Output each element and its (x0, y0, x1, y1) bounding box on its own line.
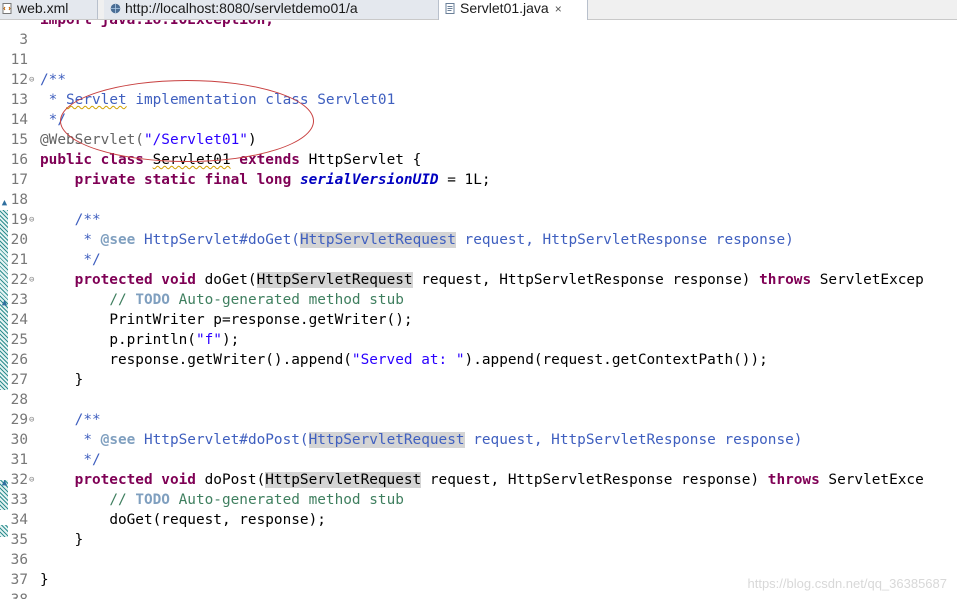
xml-file-icon (2, 3, 12, 14)
red-annotation-circle (60, 80, 314, 162)
code-text: import java.io.IOException; (40, 20, 274, 28)
code-line: 28 } (0, 370, 957, 408)
code-line: 32 */ (0, 450, 957, 488)
code-line: 22 */ (0, 250, 957, 288)
globe-icon (110, 3, 121, 14)
code-line: 37 (0, 550, 957, 588)
tab-localhost[interactable]: http://localhost:8080/servletdemo01/a (104, 0, 440, 19)
code-line: 30 ⊖ /** (0, 410, 957, 448)
code-line: 35 doGet(request, response); (0, 510, 957, 548)
code-line: 24 // TODO Auto-generated method stub (0, 290, 957, 328)
watermark: https://blog.csdn.net/qq_36385687 (747, 576, 948, 591)
fold-toggle-icon[interactable]: ⊖ (29, 270, 34, 290)
tab-servlet01-java[interactable]: Servlet01.java × (438, 0, 588, 20)
fold-toggle-icon[interactable]: ⊖ (29, 410, 34, 430)
code-line: 29 (0, 390, 957, 428)
code-line: 19 (0, 190, 957, 228)
fold-toggle-icon[interactable]: ⊖ (29, 70, 34, 90)
code-line: 3 import java.io.IOException; (0, 20, 957, 48)
code-line: 34 // TODO Auto-generated method stub (0, 490, 957, 528)
code-line: 25 PrintWriter p=response.getWriter(); (0, 310, 957, 348)
fold-toggle-icon[interactable]: ⊖ (29, 210, 34, 230)
code-editor[interactable]: ▲ ▲ ▲ 3 import java.io.IOException; 11 1… (0, 20, 957, 599)
tab-label: web.xml (17, 0, 69, 16)
tab-web-xml[interactable]: web.xml (0, 0, 98, 19)
code-line: 12 (0, 50, 957, 88)
line-number: 38 (0, 590, 28, 599)
code-line: 23 ⊖ protected void doGet(HttpServletReq… (0, 270, 957, 308)
code-line: 31 * @see HttpServlet#doPost(HttpServlet… (0, 430, 957, 468)
code-line: 21 * @see HttpServlet#doGet(HttpServletR… (0, 230, 957, 268)
tab-label: http://localhost:8080/servletdemo01/a (125, 0, 358, 16)
code-line: 27 response.getWriter().append("Served a… (0, 350, 957, 388)
editor-tab-bar: web.xml http://localhost:8080/servletdem… (0, 0, 957, 20)
code-line: 33 ⊖ protected void doPost(HttpServletRe… (0, 470, 957, 508)
fold-toggle-icon[interactable]: ⊖ (29, 470, 34, 490)
close-icon[interactable]: × (555, 1, 562, 18)
code-line: 36 } (0, 530, 957, 568)
java-file-icon (445, 3, 455, 14)
tab-label: Servlet01.java (460, 0, 549, 16)
code-line: 11 (0, 30, 957, 68)
code-line: 26 p.println("f"); (0, 330, 957, 368)
code-line: 18 private static final long serialVersi… (0, 170, 957, 208)
code-line: 20 ⊖ /** (0, 210, 957, 248)
